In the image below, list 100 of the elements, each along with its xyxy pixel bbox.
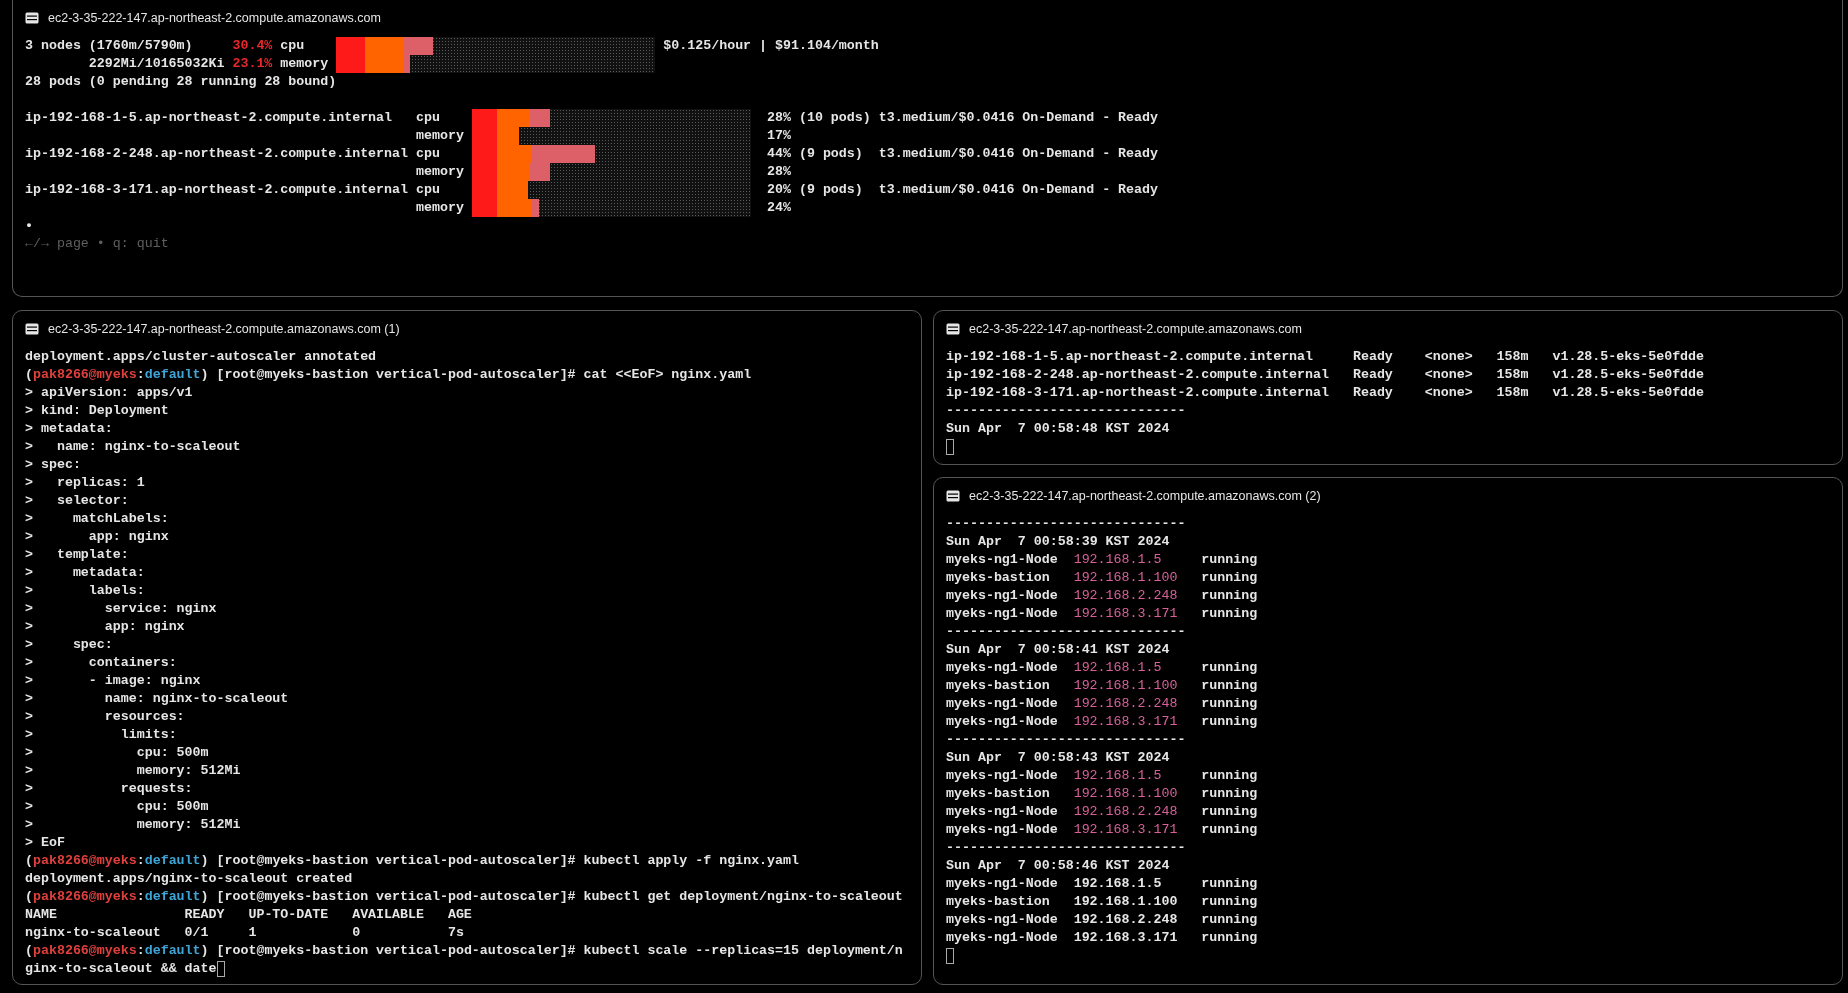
ip-address: 192.168.1.5 (1073, 876, 1162, 891)
instance-name: myeks-ng1-Node (946, 660, 1058, 675)
terminal-line: > labels: (25, 582, 145, 600)
instance-name: myeks-ng1-Node (946, 768, 1058, 783)
terminal-line: nginx-to-scaleout 0/1 1 0 7s (25, 924, 464, 942)
terminal-line: NAME READY UP-TO-DATE AVAILABLE AGE (25, 906, 472, 924)
resource-label: memory (416, 200, 464, 215)
instance-state: running (1201, 587, 1258, 605)
ip-address: 192.168.1.5 (1073, 552, 1162, 567)
usage-percent: 28% (767, 110, 791, 125)
ip-address: 192.168.3.171 (1073, 822, 1178, 837)
instance-name: myeks-ng1-Node (946, 552, 1058, 567)
ip-address: 192.168.2.248 (1073, 804, 1178, 819)
terminal-line: > memory: 512Mi (25, 816, 241, 834)
instance-name: myeks-ng1-Node (946, 876, 1058, 891)
server-icon (946, 323, 960, 335)
terminal-line: ip-192-168-1-5.ap-northeast-2.compute.internal Ready <none> 158m v1.28.5-eks-5e0fdde (946, 348, 1705, 366)
separator-line: ------------------------------ (946, 732, 1186, 747)
ip-address: 192.168.2.248 (1073, 588, 1178, 603)
resource-label: cpu (416, 182, 440, 197)
terminal-line: > resources: (25, 708, 185, 726)
instance-state: running (1201, 911, 1258, 929)
instance-name: myeks-bastion (946, 894, 1050, 909)
terminal-line: > metadata: (25, 420, 113, 438)
terminal-line: deployment.apps/cluster-autoscaler annotated (25, 348, 377, 366)
pod-count: (9 pods) (798, 146, 863, 161)
instance-name: myeks-ng1-Node (946, 588, 1058, 603)
terminal-line: > template: (25, 546, 129, 564)
server-icon (25, 12, 39, 24)
node-name: ip-192-168-2-248.ap-northeast-2.compute.internal (25, 146, 408, 161)
instance-state: running (1201, 551, 1258, 569)
terminal-line: > apiVersion: apps/v1 (25, 384, 193, 402)
terminal-line: > name: nginx-to-scaleout (25, 438, 241, 456)
instance-state: running (1201, 875, 1258, 893)
terminal-line: > replicas: 1 (25, 474, 145, 492)
prompt-line: (pak8266@myeks:default) [root@myeks-bastion vertical-pod-autoscaler]# kubectl apply -f nginx.yaml (25, 852, 800, 870)
instance-name: myeks-ng1-Node (946, 606, 1058, 621)
server-icon (25, 323, 39, 335)
ip-address: 192.168.1.100 (1073, 786, 1178, 801)
pod-count: (9 pods) (798, 182, 863, 197)
page-indicator: • (25, 218, 33, 233)
instance-state: running (1201, 569, 1258, 587)
instance-state: running (1201, 677, 1258, 695)
ip-address: 192.168.2.248 (1073, 696, 1178, 711)
timestamp: Sun Apr 7 00:58:46 KST 2024 (946, 858, 1170, 873)
ip-address: 192.168.1.100 (1073, 678, 1178, 693)
usage-percent: 17% (767, 128, 791, 143)
usage-percent: 24% (767, 200, 791, 215)
terminal-line: > EoF (25, 834, 65, 852)
terminal-line: > app: nginx (25, 528, 169, 546)
pod-count: (10 pods) (798, 110, 871, 125)
terminal-line: > requests: (25, 780, 193, 798)
terminal-line: > cpu: 500m (25, 744, 209, 762)
timestamp: Sun Apr 7 00:58:41 KST 2024 (946, 642, 1170, 657)
instance-state: running (1201, 929, 1258, 947)
node-detail: t3.medium/$0.0416 On-Demand - Ready (878, 181, 1158, 199)
terminal-line: > metadata: (25, 564, 145, 582)
pods-summary: 28 pods (0 pending 28 running 28 bound) (25, 74, 337, 89)
instance-name: myeks-ng1-Node (946, 912, 1058, 927)
terminal-line: > limits: (25, 726, 177, 744)
instance-name: myeks-bastion (946, 678, 1050, 693)
prompt-line: (pak8266@myeks:default) [root@myeks-bastion vertical-pod-autoscaler]# kubectl get deployment/nginx-to-scaleout (25, 888, 903, 906)
instance-state: running (1201, 659, 1258, 677)
terminal-line: > containers: (25, 654, 177, 672)
timestamp: Sun Apr 7 00:58:43 KST 2024 (946, 750, 1170, 765)
terminal-line: > matchLabels: (25, 510, 169, 528)
resource-label: memory (416, 164, 464, 179)
instance-state: running (1201, 767, 1258, 785)
usage-percent: 20% (767, 182, 791, 197)
ip-address: 192.168.3.171 (1073, 930, 1178, 945)
instance-state: running (1201, 605, 1258, 623)
instance-state: running (1201, 785, 1258, 803)
ip-address: 192.168.1.100 (1073, 894, 1178, 909)
resource-label: cpu (416, 110, 440, 125)
terminal-line: ------------------------------ (946, 402, 1186, 420)
terminal-line: ip-192-168-2-248.ap-northeast-2.compute.internal Ready <none> 158m v1.28.5-eks-5e0fdde (946, 366, 1705, 384)
instance-state: running (1201, 893, 1258, 911)
node-name: ip-192-168-3-171.ap-northeast-2.compute.internal (25, 182, 408, 197)
instance-name: myeks-bastion (946, 570, 1050, 585)
prompt-line: (pak8266@myeks:default) [root@myeks-bastion vertical-pod-autoscaler]# cat <<EoF> nginx.yaml (25, 366, 752, 384)
ip-address: 192.168.1.100 (1073, 570, 1178, 585)
instance-name: myeks-ng1-Node (946, 822, 1058, 837)
instance-state: running (1201, 713, 1258, 731)
terminal-line: > spec: (25, 456, 81, 474)
cost-text: $0.125/hour | $91.104/month (663, 38, 879, 53)
terminal-line: > app: nginx (25, 618, 185, 636)
terminal-line: > name: nginx-to-scaleout (25, 690, 289, 708)
terminal-line: Sun Apr 7 00:58:48 KST 2024 (946, 420, 1170, 438)
separator-line: ------------------------------ (946, 624, 1186, 639)
resource-label: memory (280, 56, 329, 71)
resource-label: cpu (416, 146, 440, 161)
instance-name: myeks-bastion (946, 786, 1050, 801)
resource-label: memory (416, 128, 464, 143)
ip-address: 192.168.3.171 (1073, 714, 1178, 729)
usage-percent: 30.4% (232, 38, 273, 53)
pane-title: ec2-3-35-222-147.ap-northeast-2.compute.amazonaws.com (969, 320, 1302, 338)
timestamp: Sun Apr 7 00:58:39 KST 2024 (946, 534, 1170, 549)
terminal-line: deployment.apps/nginx-to-scaleout created (25, 870, 353, 888)
pane-title: ec2-3-35-222-147.ap-northeast-2.compute.amazonaws.com (48, 9, 381, 27)
terminal-line: > memory: 512Mi (25, 762, 241, 780)
